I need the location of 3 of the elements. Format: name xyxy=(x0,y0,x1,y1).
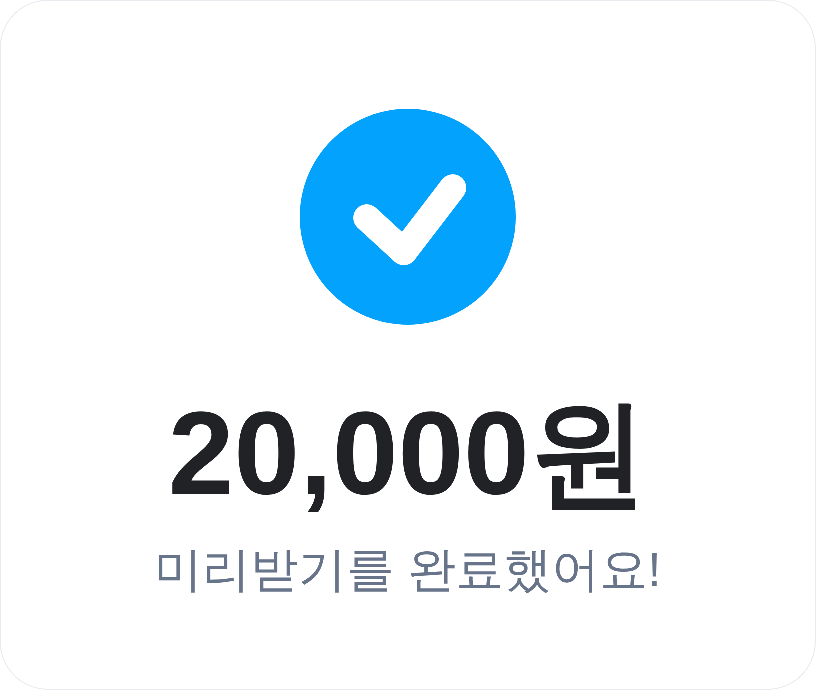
completion-message: 미리받기를 완료했어요! xyxy=(154,542,662,599)
amount-text: 20,000원 xyxy=(168,390,648,520)
check-circle-icon xyxy=(300,109,516,325)
